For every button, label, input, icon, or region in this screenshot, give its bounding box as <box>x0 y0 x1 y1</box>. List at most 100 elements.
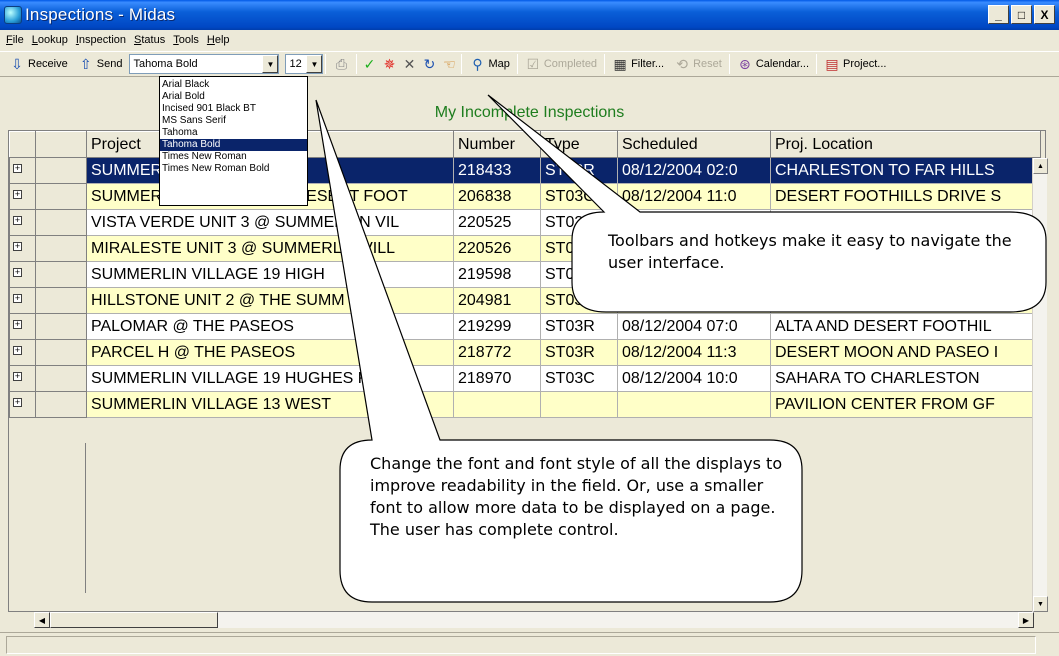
cell-number[interactable]: 218970 <box>453 365 541 392</box>
font-option[interactable]: Times New Roman <box>160 151 307 163</box>
calendar-button[interactable]: ⊛ Calendar... <box>732 53 814 75</box>
scroll-down-arrow-icon[interactable]: ▼ <box>1033 596 1048 612</box>
cell-type[interactable]: ST03R <box>540 313 618 340</box>
cell-scheduled[interactable]: 08/12/2004 02:0 <box>617 157 771 184</box>
cell-number[interactable]: 220525 <box>453 209 541 236</box>
cell-location[interactable]: DESERT MOON AND PASEO I <box>770 339 1041 366</box>
cancel-button[interactable]: ✕ <box>399 53 419 75</box>
row-expand-cell[interactable]: + <box>9 235 36 262</box>
cell-number[interactable]: 206838 <box>453 183 541 210</box>
row-expand-cell[interactable]: + <box>9 209 36 236</box>
cell-number[interactable]: 219299 <box>453 313 541 340</box>
cell-type[interactable]: ST03C <box>540 183 618 210</box>
cell-number[interactable]: 220526 <box>453 235 541 262</box>
cell-location[interactable]: CHARLESTON TO FAR HILLS <box>770 157 1041 184</box>
cell-scheduled[interactable]: 08/12/2004 10:0 <box>617 365 771 392</box>
receive-button[interactable]: ⇩ Receive <box>4 53 73 75</box>
cell-location[interactable]: ALTA AND DESERT FOOTHIL <box>770 313 1041 340</box>
cell-location[interactable]: SAHARA TO CHARLESTON <box>770 365 1041 392</box>
table-row[interactable]: + SUMMERLIN VILLAGE 19 HUGHES P 218970 ST03… <box>9 365 1041 392</box>
scroll-up-arrow-icon[interactable]: ▲ <box>1033 158 1048 174</box>
cell-type[interactable]: ST03R <box>540 287 618 314</box>
expand-plus-icon[interactable]: + <box>13 267 22 277</box>
cell-location[interactable]: DESERT FOOTHILLS DRIVE S <box>770 183 1041 210</box>
horizontal-scroll-thumb[interactable] <box>50 612 218 628</box>
font-option[interactable]: Arial Black <box>160 79 307 91</box>
expand-plus-icon[interactable]: + <box>13 189 22 199</box>
row-expand-cell[interactable]: + <box>9 261 36 288</box>
expand-plus-icon[interactable]: + <box>13 371 22 381</box>
cell-scheduled[interactable]: 08/12/2004 11:3 <box>617 339 771 366</box>
cell-type[interactable]: ST03R <box>540 235 618 262</box>
cell-type[interactable]: ST03R <box>540 261 618 288</box>
menu-item-file[interactable]: File <box>4 34 30 46</box>
cell-number[interactable] <box>453 391 541 418</box>
expand-plus-icon[interactable]: + <box>13 163 22 173</box>
horizontal-scrollbar[interactable]: ◀ ▶ <box>34 612 1034 628</box>
chevron-down-icon[interactable]: ▼ <box>306 55 323 73</box>
expand-plus-icon[interactable]: + <box>13 241 22 251</box>
menu-item-inspection[interactable]: Inspection <box>74 34 132 46</box>
cell-location[interactable]: VISTA RUN S/OF ALTA <box>770 287 1041 314</box>
send-button[interactable]: ⇧ Send <box>73 53 128 75</box>
cell-type[interactable]: ST03R <box>540 209 618 236</box>
row-expand-cell[interactable]: + <box>9 183 36 210</box>
cell-project[interactable]: VISTA VERDE UNIT 3 @ SUMMERLIN VIL <box>86 209 454 236</box>
table-row[interactable]: + PARCEL H @ THE PASEOS 218772 ST03R 08/12/2… <box>9 339 1041 366</box>
burst-button[interactable]: ✵ <box>379 53 399 75</box>
font-option[interactable]: MS Sans Serif <box>160 115 307 127</box>
cell-location[interactable]: PAVILION CENTER FROM GF <box>770 391 1041 418</box>
chevron-down-icon[interactable]: ▼ <box>262 55 279 73</box>
refresh-button[interactable]: ↻ <box>419 53 439 75</box>
column-header-type[interactable]: Type <box>540 131 618 158</box>
row-expand-cell[interactable]: + <box>9 157 36 184</box>
reset-button[interactable]: ⟲ Reset <box>669 53 727 75</box>
cell-type[interactable] <box>540 391 618 418</box>
scroll-right-arrow-icon[interactable]: ▶ <box>1018 612 1034 628</box>
row-expand-cell[interactable]: + <box>9 287 36 314</box>
print-button[interactable]: ⎙ <box>328 53 354 75</box>
table-row[interactable]: + PALOMAR @ THE PASEOS 219299 ST03R 08/12/20… <box>9 313 1041 340</box>
cell-scheduled[interactable]: 08/12/2004 08:0 <box>617 287 771 314</box>
cell-scheduled[interactable]: 08/12/2004 11:0 <box>617 183 771 210</box>
menu-item-status[interactable]: Status <box>132 34 171 46</box>
font-option[interactable]: Arial Bold <box>160 91 307 103</box>
cell-project[interactable]: SUMMERLIN VILLAGE 19 HIGH <box>86 261 454 288</box>
font-option[interactable]: Times New Roman Bold <box>160 163 307 175</box>
expand-plus-icon[interactable]: + <box>13 397 22 407</box>
cell-number[interactable]: 204981 <box>453 287 541 314</box>
table-row[interactable]: + SUMMERLIN VILLAGE 13 WEST PAVILION CENTE… <box>9 391 1041 418</box>
map-button[interactable]: ⚲ Map <box>464 53 514 75</box>
font-size-combo[interactable]: 12 ▼ <box>285 54 324 74</box>
table-row[interactable]: + HILLSTONE UNIT 2 @ THE SUMM 204981 ST03R 0… <box>9 287 1041 314</box>
completed-button[interactable]: ☑ Completed <box>520 53 602 75</box>
row-expand-cell[interactable]: + <box>9 339 36 366</box>
cell-type[interactable]: ST03C <box>540 365 618 392</box>
cell-project[interactable]: HILLSTONE UNIT 2 @ THE SUMM <box>86 287 454 314</box>
column-header-scheduled[interactable]: Scheduled <box>617 131 771 158</box>
cell-scheduled[interactable] <box>617 391 771 418</box>
cell-project[interactable]: PALOMAR @ THE PASEOS <box>86 313 454 340</box>
row-expand-cell[interactable]: + <box>9 313 36 340</box>
cell-number[interactable]: 219598 <box>453 261 541 288</box>
check-button[interactable]: ✓ <box>359 53 379 75</box>
font-option[interactable]: Tahoma Bold <box>160 139 307 151</box>
vertical-scrollbar[interactable]: ▲ ▼ <box>1032 158 1048 612</box>
cell-project[interactable]: PARCEL H @ THE PASEOS <box>86 339 454 366</box>
expand-plus-icon[interactable]: + <box>13 215 22 225</box>
maximize-button[interactable]: □ <box>1011 5 1032 24</box>
expand-plus-icon[interactable]: + <box>13 345 22 355</box>
cell-project[interactable]: MIRALESTE UNIT 3 @ SUMMERLIN VILL <box>86 235 454 262</box>
cell-project[interactable]: SUMMERLIN VILLAGE 13 WEST <box>86 391 454 418</box>
row-expand-cell[interactable]: + <box>9 365 36 392</box>
menu-item-tools[interactable]: Tools <box>171 34 205 46</box>
font-option[interactable]: Tahoma <box>160 127 307 139</box>
expand-plus-icon[interactable]: + <box>13 319 22 329</box>
scroll-left-arrow-icon[interactable]: ◀ <box>34 612 50 628</box>
menu-item-help[interactable]: Help <box>205 34 236 46</box>
filter-button[interactable]: ▦ Filter... <box>607 53 669 75</box>
project-button[interactable]: ▤ Project... <box>819 53 891 75</box>
font-combo[interactable]: Tahoma Bold ▼ <box>129 54 280 74</box>
close-button[interactable]: X <box>1034 5 1055 24</box>
cell-project[interactable]: SUMMERLIN VILLAGE 19 HUGHES P <box>86 365 454 392</box>
